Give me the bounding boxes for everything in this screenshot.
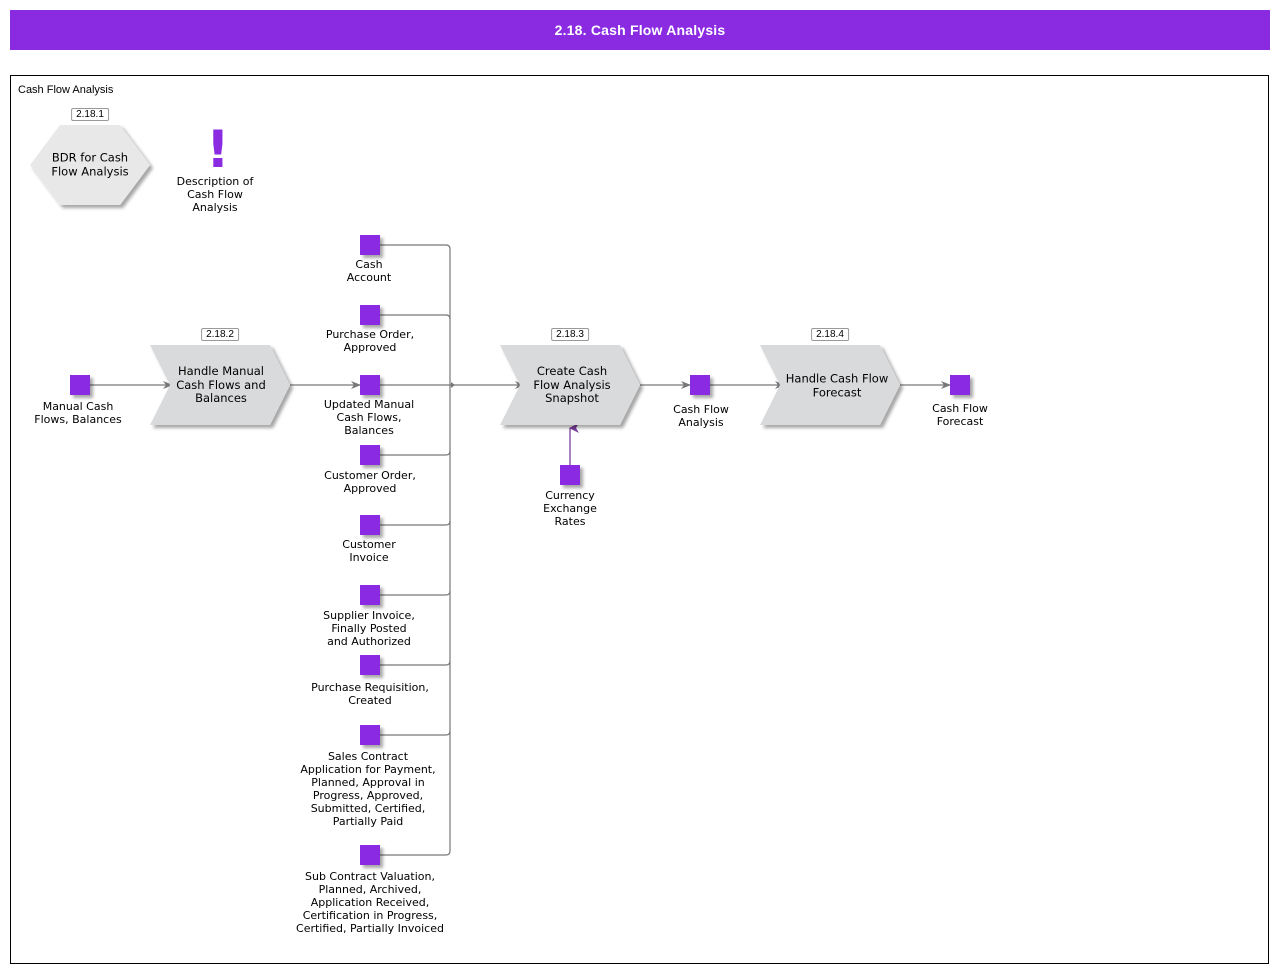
flow-co-bus [380, 450, 451, 456]
flow-cash-account-bus [380, 244, 451, 250]
object-label: Purchase Requisition, Created [311, 681, 429, 707]
object-label: Cash Account [346, 258, 392, 284]
bus-junction-arrow [451, 382, 455, 388]
object-label: Customer Order, Approved [324, 469, 416, 495]
object-customer-invoice[interactable] [360, 515, 380, 535]
flow-pr-bus [380, 660, 451, 666]
object-label: Cash Flow Analysis [673, 403, 729, 429]
flow-si-bus [380, 590, 451, 596]
object-label: Sales Contract Application for Payment, … [300, 750, 436, 828]
process-number-badge: 2.18.3 [551, 328, 589, 341]
object-manual-cash-flows[interactable] [70, 375, 90, 395]
object-label: Customer Invoice [342, 538, 396, 564]
object-supplier-invoice[interactable] [360, 585, 380, 605]
process-number-badge: 2.18.1 [71, 108, 109, 121]
exclamation-icon[interactable]: ! [206, 124, 230, 176]
process-label: Handle Cash Flow Forecast [785, 371, 889, 399]
object-sales-contract[interactable] [360, 725, 380, 745]
process-number-badge: 2.18.4 [811, 328, 849, 341]
process-diagram [30, 125, 970, 865]
process-number-badge: 2.18.2 [201, 328, 239, 341]
object-label: Manual Cash Flows, Balances [34, 400, 122, 426]
process-label: Create Cash Flow Analysis Snapshot [533, 363, 611, 405]
object-label: Updated Manual Cash Flows, Balances [323, 398, 415, 437]
object-customer-order[interactable] [360, 445, 380, 465]
description-label: Description of Cash Flow Analysis [176, 175, 254, 214]
process-label: Handle Manual Cash Flows and Balances [176, 363, 266, 405]
process-label: BDR for Cash Flow Analysis [51, 150, 129, 178]
object-label: Cash Flow Forecast [932, 402, 988, 428]
object-cash-account[interactable] [360, 235, 380, 255]
object-cash-flow-analysis[interactable] [690, 375, 710, 395]
object-label: Supplier Invoice, Finally Posted and Aut… [323, 609, 415, 648]
object-purchase-requisition[interactable] [360, 655, 380, 675]
object-label: Sub Contract Valuation, Planned, Archive… [296, 870, 444, 935]
object-sub-contract[interactable] [360, 845, 380, 865]
object-label: Purchase Order, Approved [325, 328, 415, 354]
object-purchase-order[interactable] [360, 305, 380, 325]
object-updated-manual[interactable] [360, 375, 380, 395]
object-cash-flow-forecast[interactable] [950, 375, 970, 395]
flow-po-bus [380, 314, 451, 320]
object-currency-exchange[interactable] [560, 465, 580, 485]
flow-ci-bus [380, 520, 451, 526]
object-label: Currency Exchange Rates [543, 489, 597, 528]
flow-sub-bus [380, 850, 451, 856]
flow-sc-bus [380, 730, 451, 736]
